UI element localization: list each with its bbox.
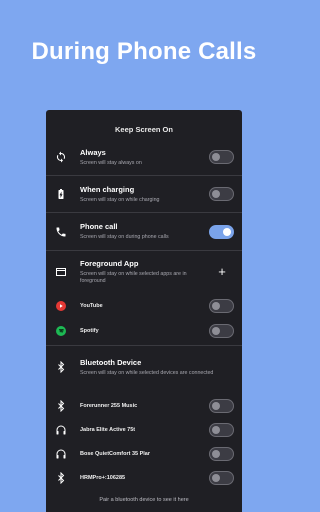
bluetooth-title: Bluetooth Device (80, 357, 142, 367)
setting-foreground-app: Foreground App Screen will stay on while… (46, 251, 242, 293)
phone-call-toggle[interactable] (209, 224, 234, 239)
device-row[interactable]: HRMPro+:106285 (46, 466, 242, 490)
setting-phone-call[interactable]: Phone call Screen will stay on during ph… (46, 213, 242, 250)
device-name: Jabra Elite Active 75t (80, 427, 136, 433)
add-app-button[interactable]: + (214, 264, 230, 280)
device-name: Bose QuietComfort 35 Plar (80, 451, 150, 457)
device-row[interactable]: Bose QuietComfort 35 Plar (46, 442, 242, 466)
always-title: Always (80, 147, 106, 157)
phone-call-title: Phone call (80, 222, 118, 231)
device-toggle[interactable] (209, 447, 234, 461)
app-name: YouTube (80, 302, 103, 309)
foreground-title: Foreground App (80, 259, 139, 268)
charging-subtitle: Screen will stay on while charging (80, 196, 160, 203)
device-name: HRMPro+:106285 (80, 475, 126, 481)
bluetooth-icon (54, 399, 68, 413)
phone-call-subtitle: Screen will stay on during phone calls (80, 234, 169, 240)
bluetooth-icon (54, 471, 68, 485)
app-name: Spotify (80, 327, 99, 334)
setting-always[interactable]: Always Screen will stay always on (46, 139, 242, 175)
device-name: Forerunner 255 Music (80, 403, 138, 409)
pair-hint: Pair a bluetooth device to see it here (99, 497, 189, 503)
phone-screen: Keep Screen On Always Screen will stay a… (46, 110, 242, 512)
charging-toggle[interactable] (209, 187, 234, 201)
app-row-youtube[interactable]: YouTube (46, 293, 242, 318)
headphones-icon (54, 447, 68, 461)
phone-icon (54, 225, 68, 239)
setting-bluetooth-device: Bluetooth Device Screen will stay on whi… (46, 346, 242, 388)
bluetooth-icon (54, 360, 68, 374)
spotify-icon (54, 324, 68, 338)
youtube-toggle[interactable] (209, 298, 234, 313)
charging-title: When charging (80, 184, 135, 194)
app-row-spotify[interactable]: Spotify (46, 318, 242, 343)
headphones-icon (54, 423, 68, 437)
headline: During Phone Calls (31, 38, 257, 65)
youtube-icon (54, 299, 68, 313)
bluetooth-subtitle: Screen will stay on while selected devic… (80, 369, 214, 376)
device-toggle[interactable] (209, 423, 234, 437)
always-toggle[interactable] (209, 150, 234, 164)
setting-charging[interactable]: When charging Screen will stay on while … (46, 176, 242, 212)
spotify-toggle[interactable] (209, 323, 234, 338)
battery-charging-icon (54, 187, 68, 201)
sync-icon (54, 150, 68, 164)
device-toggle[interactable] (209, 399, 234, 413)
device-toggle[interactable] (209, 471, 234, 485)
device-row[interactable]: Forerunner 255 Music (46, 394, 242, 418)
app-window-icon (54, 265, 68, 279)
foreground-subtitle: Screen will stay on while selected apps … (80, 271, 187, 284)
always-subtitle: Screen will stay always on (80, 159, 142, 166)
device-row[interactable]: Jabra Elite Active 75t (46, 418, 242, 442)
screen-title: Keep Screen On (115, 125, 173, 134)
